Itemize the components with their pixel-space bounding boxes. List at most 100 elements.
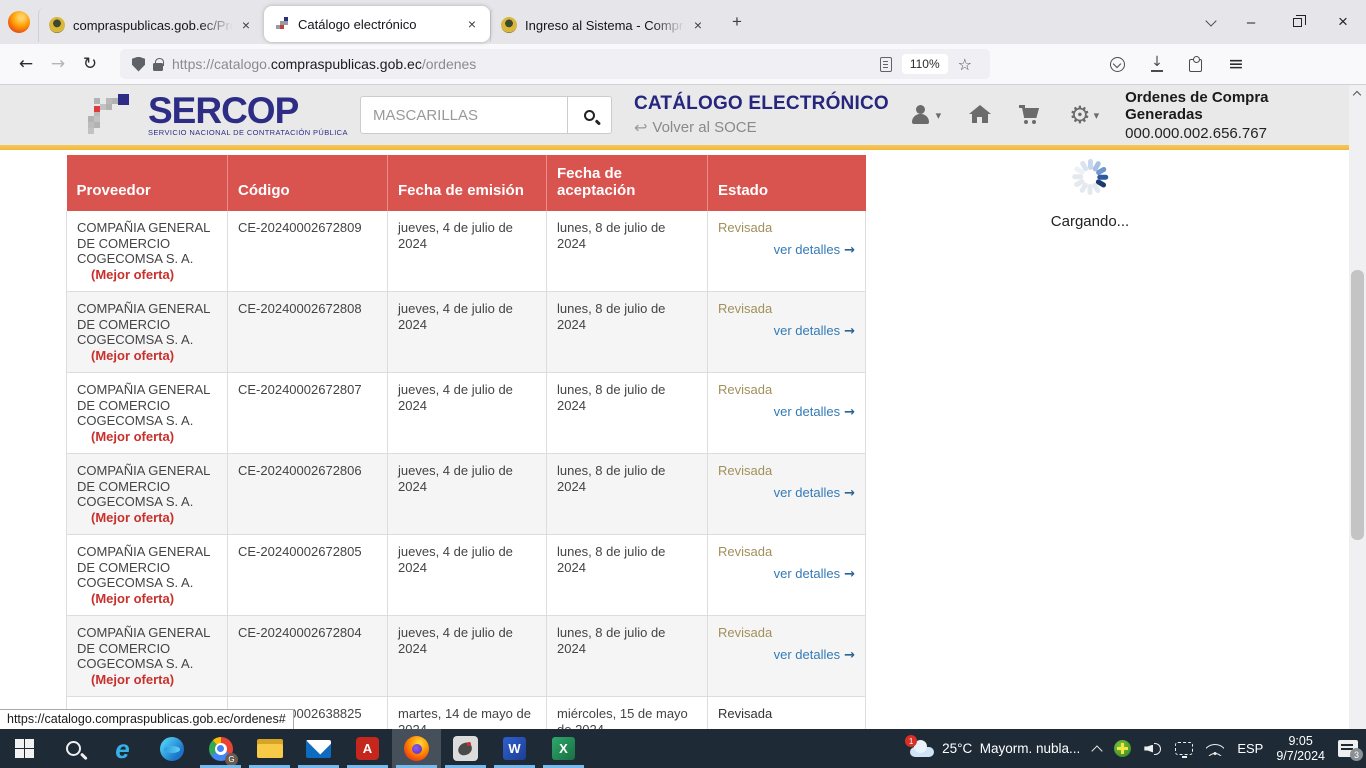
- codigo-cell: CE-20240002672809: [228, 211, 388, 292]
- taskbar-excel[interactable]: X: [539, 729, 588, 768]
- status-badge: Revisada: [718, 301, 855, 317]
- fecha-aceptacion-cell: lunes, 8 de julio de 2024: [547, 535, 708, 616]
- settings-menu-button[interactable]: ⚙ ▾: [1069, 105, 1099, 125]
- tab-close-icon[interactable]: ×: [462, 14, 482, 34]
- column-header: Proveedor: [67, 155, 228, 211]
- tab-close-icon[interactable]: ×: [236, 15, 256, 35]
- clock[interactable]: 9:05 9/7/2024: [1276, 734, 1325, 764]
- codigo-cell: CE-20240002672807: [228, 373, 388, 454]
- sercop-logo[interactable]: SERCOP SERVICIO NACIONAL DE CONTRATACIÓN…: [148, 94, 328, 137]
- lock-icon[interactable]: [153, 63, 163, 71]
- user-icon: [911, 105, 933, 125]
- url-text[interactable]: https://catalogo.compraspublicas.gob.ec/…: [172, 56, 870, 72]
- estado-cell: Revisada ver detalles→: [708, 535, 866, 616]
- edge-icon: [160, 737, 184, 761]
- reload-button[interactable]: ↻: [74, 49, 106, 79]
- list-all-tabs-button[interactable]: [1194, 20, 1228, 25]
- reader-view-icon[interactable]: [880, 57, 892, 72]
- firefox-app-button[interactable]: [0, 0, 38, 44]
- restore-button[interactable]: [1274, 0, 1320, 44]
- sercop-logo-icon[interactable]: [88, 94, 140, 136]
- volume-icon[interactable]: [1144, 742, 1162, 756]
- scrollbar-thumb[interactable]: [1351, 270, 1364, 540]
- estado-cell: Revisada ver detalles→: [708, 373, 866, 454]
- weather-widget[interactable]: 1 25°C Mayorm. nubla...: [904, 740, 1080, 757]
- taskbar-app[interactable]: [441, 729, 490, 768]
- link-status-popup: https://catalogo.compraspublicas.gob.ec/…: [0, 709, 294, 729]
- scroll-up-icon[interactable]: [1353, 91, 1361, 99]
- codigo-cell: CE-20240002672805: [228, 535, 388, 616]
- ver-detalles-link[interactable]: ver detalles: [774, 242, 840, 257]
- fecha-emision-cell: jueves, 4 de julio de 2024: [388, 292, 547, 373]
- page-scrollbar[interactable]: [1349, 85, 1366, 729]
- estado-cell: Revisada ver detalles→: [708, 292, 866, 373]
- address-bar[interactable]: https://catalogo.compraspublicas.gob.ec/…: [120, 49, 990, 79]
- taskbar-ie[interactable]: e: [98, 729, 147, 768]
- taskbar-chrome[interactable]: G: [196, 729, 245, 768]
- downloads-icon[interactable]: ↓: [1151, 56, 1163, 72]
- ver-detalles-link[interactable]: ver detalles: [774, 323, 840, 338]
- proveedor-cell: COMPAÑIA GENERAL DE COMERCIO COGECOMSA S…: [67, 616, 228, 697]
- zoom-level-indicator[interactable]: 110%: [902, 54, 948, 74]
- sercop-pixel-icon: [274, 16, 290, 32]
- return-icon: ↩: [634, 118, 647, 137]
- taskbar-edge[interactable]: [147, 729, 196, 768]
- taskbar-mail[interactable]: [294, 729, 343, 768]
- codigo-cell: CE-20240002672808: [228, 292, 388, 373]
- date: 9/7/2024: [1276, 749, 1325, 764]
- spinner-icon: [1070, 157, 1110, 197]
- wifi-icon[interactable]: [1206, 742, 1224, 756]
- taskbar-firefox[interactable]: [392, 729, 441, 768]
- start-button[interactable]: [0, 729, 49, 768]
- taskbar-acrobat[interactable]: A: [343, 729, 392, 768]
- table-row: COMPAÑIA GENERAL DE COMERCIO COGECOMSA S…: [67, 535, 866, 616]
- home-button[interactable]: [969, 105, 991, 125]
- bird-app-icon: [453, 736, 478, 761]
- cast-icon[interactable]: [1175, 742, 1193, 755]
- pocket-icon[interactable]: [1110, 57, 1125, 72]
- arrow-right-icon: →: [844, 405, 855, 420]
- fecha-aceptacion-cell: lunes, 8 de julio de 2024: [547, 373, 708, 454]
- fecha-emision-cell: jueves, 4 de julio de 2024: [388, 454, 547, 535]
- close-button[interactable]: ×: [1320, 0, 1366, 44]
- volver-al-soce-link[interactable]: ↩ Volver al SOCE: [634, 118, 893, 137]
- cart-button[interactable]: [1019, 105, 1041, 125]
- codigo-cell: CE-20240002672806: [228, 454, 388, 535]
- tray-chevron-up-icon[interactable]: [1092, 745, 1103, 756]
- ver-detalles-link[interactable]: ver detalles: [774, 404, 840, 419]
- minimize-button[interactable]: –: [1228, 0, 1274, 44]
- proveedor-cell: COMPAÑIA GENERAL DE COMERCIO COGECOMSA S…: [67, 535, 228, 616]
- ver-detalles-link[interactable]: ver detalles: [774, 647, 840, 662]
- forward-button[interactable]: →: [42, 49, 74, 79]
- tab-close-icon[interactable]: ×: [688, 15, 708, 35]
- user-menu-button[interactable]: ▾: [911, 105, 942, 125]
- language-indicator[interactable]: ESP: [1237, 741, 1263, 756]
- notification-center-icon[interactable]: 3: [1338, 740, 1358, 757]
- mejor-oferta-label: (Mejor oferta): [91, 672, 174, 687]
- orders-summary: Ordenes de Compra Generadas 000.000.002.…: [1125, 89, 1349, 142]
- fecha-aceptacion-cell: lunes, 8 de julio de 2024: [547, 616, 708, 697]
- taskbar-word[interactable]: W: [490, 729, 539, 768]
- tab-ingreso-al-sistema[interactable]: Ingreso al Sistema - Compras Pú ×: [490, 8, 716, 42]
- ver-detalles-link[interactable]: ver detalles: [774, 566, 840, 581]
- tracking-shield-icon[interactable]: [132, 57, 145, 72]
- arrow-right-icon: →: [844, 243, 855, 258]
- taskbar-file-explorer[interactable]: [245, 729, 294, 768]
- status-badge: Revisada: [718, 220, 855, 236]
- tab-compraspublicas[interactable]: compraspublicas.gob.ec/Proce ×: [38, 8, 264, 42]
- extensions-icon[interactable]: [1189, 59, 1202, 72]
- antivirus-tray-icon[interactable]: [1114, 740, 1131, 757]
- menu-icon[interactable]: ≡: [1228, 53, 1244, 75]
- ver-detalles-link[interactable]: ver detalles: [774, 485, 840, 500]
- taskbar-search-button[interactable]: [49, 729, 98, 768]
- search-input[interactable]: [360, 96, 568, 134]
- tab-catalogo-electronico[interactable]: Catálogo electrónico ×: [264, 6, 490, 42]
- table-row: COMPAÑIA GENERAL DE COMERCIO COGECOMSA S…: [67, 211, 866, 292]
- new-tab-button[interactable]: +: [722, 7, 752, 37]
- fecha-aceptacion-cell: lunes, 8 de julio de 2024: [547, 211, 708, 292]
- back-button[interactable]: ←: [10, 49, 42, 79]
- search-button[interactable]: [568, 96, 612, 134]
- bookmark-star-icon[interactable]: ☆: [958, 55, 972, 74]
- arrow-right-icon: →: [844, 648, 855, 663]
- fecha-aceptacion-cell: miércoles, 15 de mayo de 2024: [547, 697, 708, 730]
